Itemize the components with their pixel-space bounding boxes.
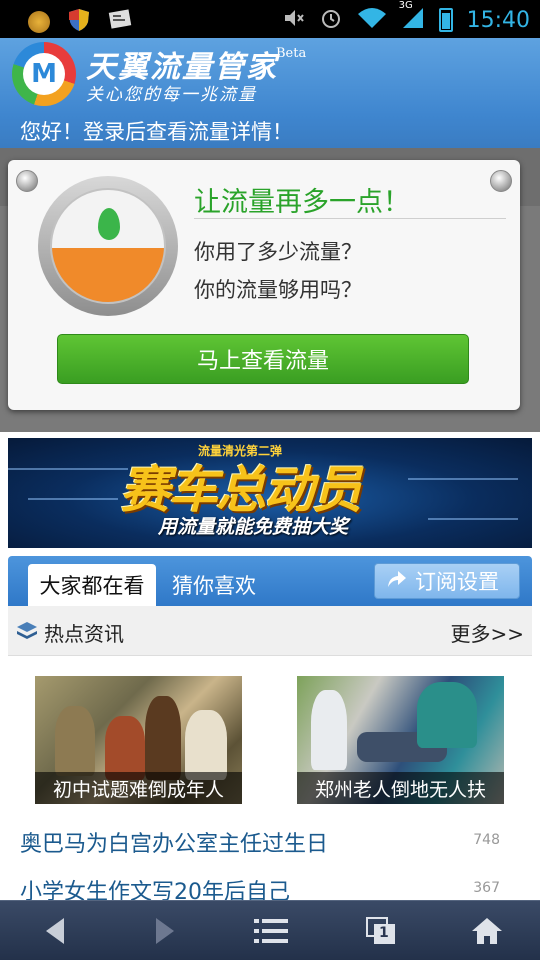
divider (194, 218, 506, 219)
network-type-label: 3G (398, 0, 413, 11)
beta-label: Beta (276, 46, 307, 61)
view-count: 748 (473, 832, 500, 848)
list-item[interactable]: 奥巴马为白宫办公室主任过生日 748 (20, 826, 500, 866)
photo-figure (311, 690, 347, 770)
drop-icon (98, 208, 120, 240)
app-header: M 天翼流量管家 Beta 关心您的每一兆流量 您好！登录后查看流量详情！ (0, 38, 540, 148)
app-logo: M (12, 42, 76, 106)
featured-caption: 初中试题难倒成年人 (35, 772, 242, 804)
app-slogan: 关心您的每一兆流量 (86, 85, 257, 105)
signal-icon: 3G (399, 0, 425, 34)
banner-streak (408, 478, 518, 480)
banner-streak (28, 498, 118, 500)
promo-dialog: 让流量再多一点！ 你用了多少流量？ 你的流量够用吗？ 马上查看流量 (8, 160, 520, 410)
bolt-icon (490, 170, 512, 192)
share-arrow-icon (385, 568, 407, 595)
featured-caption: 郑州老人倒地无人扶 (297, 772, 504, 804)
layers-icon (16, 620, 38, 642)
featured-news-2[interactable]: 郑州老人倒地无人扶 (297, 676, 504, 804)
photo-figure (105, 716, 145, 780)
banner-streak (8, 468, 128, 470)
tab-recommended[interactable]: 猜你喜欢 (172, 564, 256, 606)
back-icon[interactable] (30, 911, 80, 951)
card-icon (108, 9, 132, 35)
news-title: 奥巴马为白宫办公室主任过生日 (20, 832, 329, 857)
windows-icon[interactable]: 1 (356, 911, 406, 951)
photo-figure (417, 682, 477, 748)
gauge-fill (50, 188, 166, 304)
subscribe-settings-button[interactable]: 订阅设置 (374, 563, 520, 599)
promo-banner[interactable]: 流量清光第二弹 赛车总动员 用流量就能免费抽大奖 (8, 438, 532, 548)
featured-news-1[interactable]: 初中试题难倒成年人 (35, 676, 242, 804)
mute-icon (283, 7, 305, 33)
photo-figure (55, 706, 95, 776)
login-tip[interactable]: 您好！登录后查看流量详情！ (20, 116, 293, 146)
dialog-title: 让流量再多一点！ (194, 187, 410, 218)
hot-news-header: 热点资讯 更多>> (8, 606, 532, 656)
menu-icon[interactable] (246, 911, 296, 951)
bottom-nav-bar: 1 (0, 900, 540, 960)
photo-figure (185, 710, 227, 780)
more-link[interactable]: 更多>> (450, 618, 524, 647)
subscribe-settings-label: 订阅设置 (415, 570, 499, 594)
check-traffic-button[interactable]: 马上查看流量 (57, 334, 469, 384)
photo-figure (145, 696, 181, 780)
dialog-question-2: 你的流量够用吗？ (194, 278, 362, 302)
view-count: 367 (473, 880, 500, 896)
battery-icon (438, 8, 453, 32)
banner-sub-text: 用流量就能免费抽大奖 (158, 516, 349, 538)
tab-popular[interactable]: 大家都在看 (28, 564, 156, 606)
alarm-icon (319, 6, 343, 34)
banner-streak (428, 518, 518, 520)
bolt-icon (16, 170, 38, 192)
news-tabs: 大家都在看 猜你喜欢 订阅设置 (8, 556, 532, 606)
shield-icon (68, 8, 90, 36)
wifi-icon (357, 6, 387, 34)
window-count: 1 (379, 925, 389, 941)
dialog-question-1: 你用了多少流量？ (194, 240, 362, 264)
coin-icon (28, 11, 50, 33)
home-icon[interactable] (462, 911, 512, 951)
traffic-gauge (38, 176, 178, 316)
hot-news-title: 热点资讯 (44, 622, 124, 646)
status-bar: 3G 15:40 (0, 0, 540, 38)
clock: 15:40 (466, 7, 530, 33)
forward-icon[interactable] (140, 911, 190, 951)
